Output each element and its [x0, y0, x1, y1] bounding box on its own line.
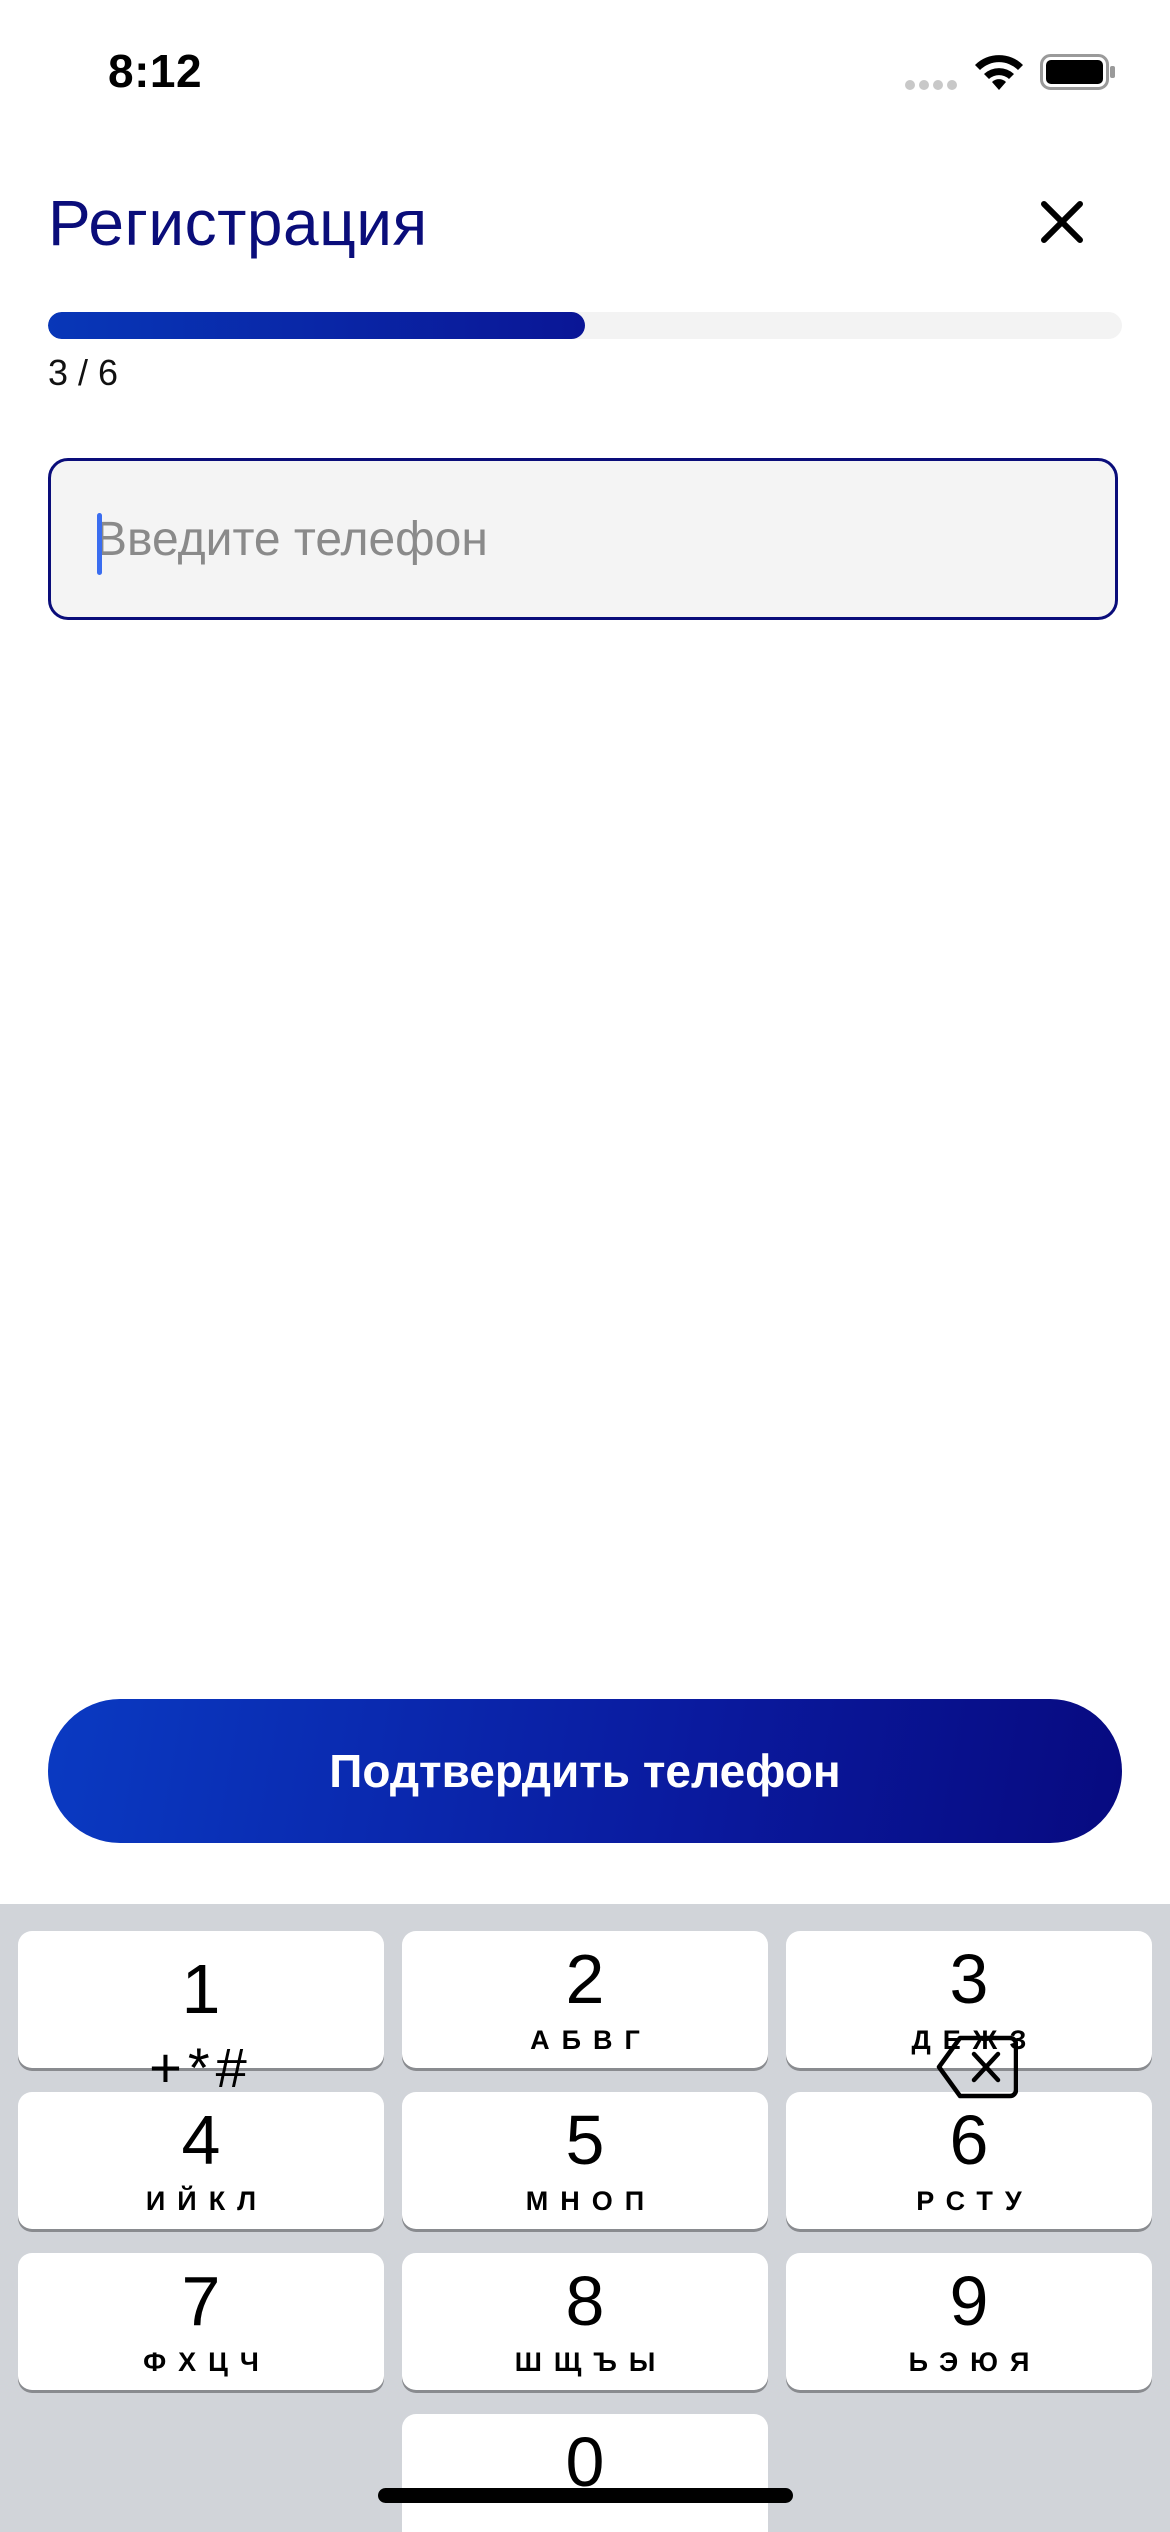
registration-screen: 8:12 Регистрация 3 / 6 Подтверди: [0, 0, 1170, 2532]
battery-icon: [1040, 54, 1115, 90]
page-title: Регистрация: [48, 187, 428, 259]
key-letters: РСТУ: [916, 2186, 1034, 2216]
key-letters: ШЩЪЫ: [514, 2347, 668, 2377]
phone-input[interactable]: [95, 461, 1075, 617]
close-icon[interactable]: [1024, 184, 1100, 260]
keypad-key-0[interactable]: 0: [402, 2414, 768, 2532]
confirm-phone-button[interactable]: Подтвердить телефон: [48, 1699, 1122, 1843]
keypad-key-5[interactable]: 5 МНОП: [402, 2092, 768, 2229]
key-letters: ИЙКЛ: [145, 2186, 269, 2216]
key-letters: ЬЭЮЯ: [908, 2347, 1042, 2377]
keypad-key-2[interactable]: 2 АБВГ: [402, 1931, 768, 2068]
key-letters: ФХЦЧ: [143, 2347, 271, 2377]
keypad-key-7[interactable]: 7 ФХЦЧ: [18, 2253, 384, 2390]
progress-bar-fill: [48, 312, 585, 339]
phone-field[interactable]: [48, 458, 1118, 620]
key-digit: 9: [949, 2262, 989, 2340]
wifi-icon: [975, 55, 1023, 90]
key-letters: МНОП: [525, 2186, 657, 2216]
keypad-key-6[interactable]: 6 РСТУ: [786, 2092, 1152, 2229]
cellular-signal-icon: [905, 80, 959, 92]
status-time: 8:12: [108, 45, 203, 97]
key-digit: 3: [949, 1940, 989, 2018]
key-digit: 5: [565, 2101, 605, 2179]
key-digit: 2: [565, 1940, 605, 2018]
status-bar: 8:12: [0, 0, 1170, 130]
text-caret: [97, 513, 102, 575]
progress-bar: [48, 312, 1122, 339]
backspace-icon[interactable]: [936, 2034, 1018, 2100]
key-digit: 8: [565, 2262, 605, 2340]
key-letters: АБВГ: [530, 2025, 652, 2055]
keypad-key-8[interactable]: 8 ШЩЪЫ: [402, 2253, 768, 2390]
keypad-key-9[interactable]: 9 ЬЭЮЯ: [786, 2253, 1152, 2390]
key-digit: 6: [949, 2101, 989, 2179]
key-digit: 7: [181, 2262, 221, 2340]
keypad-key-symbols[interactable]: +*#: [18, 2008, 384, 2128]
progress-step-label: 3 / 6: [48, 352, 119, 393]
home-indicator: [378, 2488, 793, 2503]
